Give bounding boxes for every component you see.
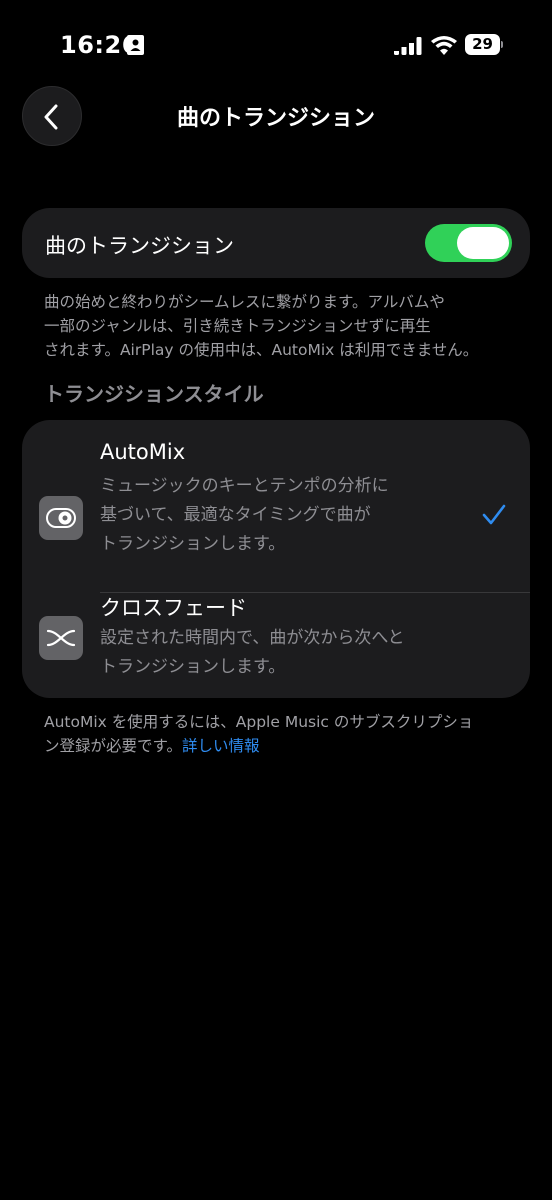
learn-more-link[interactable]: 詳しい情報 bbox=[182, 737, 260, 755]
option-description: 設定された時間内で、曲が次から次へと トランジションします。 bbox=[100, 624, 440, 682]
desc-line: トランジションします。 bbox=[100, 657, 286, 677]
desc-line: ミュージックのキーとテンポの分析に bbox=[100, 476, 389, 496]
battery-cap bbox=[501, 41, 503, 48]
option-title: AutoMix bbox=[100, 440, 186, 464]
transition-toggle-switch[interactable] bbox=[425, 224, 512, 262]
contact-card-icon bbox=[127, 35, 144, 55]
automix-icon bbox=[39, 496, 83, 540]
footnote-line: されます。AirPlay の使用中は、AutoMix は利用できません。 bbox=[44, 341, 479, 359]
desc-line: トランジションします。 bbox=[100, 534, 286, 554]
battery-level: 29 bbox=[465, 34, 500, 55]
status-bar: 16:26 29 bbox=[0, 0, 552, 90]
crossfade-icon bbox=[39, 616, 83, 660]
transition-toggle-row: 曲のトランジション bbox=[22, 208, 530, 278]
footnote-text: ン登録が必要です。 bbox=[44, 737, 182, 755]
battery-icon: 29 bbox=[465, 34, 503, 55]
option-title: クロスフェード bbox=[100, 596, 247, 620]
toggle-knob bbox=[457, 227, 509, 259]
option-description: ミュージックのキーとテンポの分析に 基づいて、最適なタイミングで曲が トランジシ… bbox=[100, 472, 440, 559]
transition-footnote: 曲の始めと終わりがシームレスに繋がります。アルバムや 一部のジャンルは、引き続き… bbox=[44, 290, 514, 362]
option-automix[interactable]: AutoMix ミュージックのキーとテンポの分析に 基づいて、最適なタイミングで… bbox=[22, 440, 530, 593]
footnote-line: AutoMix を使用するには、Apple Music のサブスクリプショ bbox=[44, 713, 474, 731]
option-crossfade[interactable]: クロスフェード 設定された時間内で、曲が次から次へと トランジションします。 bbox=[22, 592, 530, 692]
cellular-signal-icon bbox=[394, 37, 422, 55]
section-header-transition-style: トランジションスタイル bbox=[44, 382, 264, 406]
wifi-icon bbox=[431, 36, 457, 55]
footnote-line: 一部のジャンルは、引き続きトランジションせずに再生 bbox=[44, 317, 431, 335]
desc-line: 基づいて、最適なタイミングで曲が bbox=[100, 505, 371, 525]
subscription-footnote: AutoMix を使用するには、Apple Music のサブスクリプショ ン登… bbox=[44, 710, 514, 758]
transition-toggle-label: 曲のトランジション bbox=[45, 234, 234, 258]
footnote-line: ン登録が必要です。詳しい情報 bbox=[44, 734, 514, 758]
page-title: 曲のトランジション bbox=[176, 106, 375, 131]
transition-style-list: AutoMix ミュージックのキーとテンポの分析に 基づいて、最適なタイミングで… bbox=[22, 420, 530, 698]
desc-line: 設定された時間内で、曲が次から次へと bbox=[100, 628, 405, 648]
checkmark-icon bbox=[482, 504, 506, 525]
footnote-line: 曲の始めと終わりがシームレスに繋がります。アルバムや bbox=[44, 293, 445, 311]
